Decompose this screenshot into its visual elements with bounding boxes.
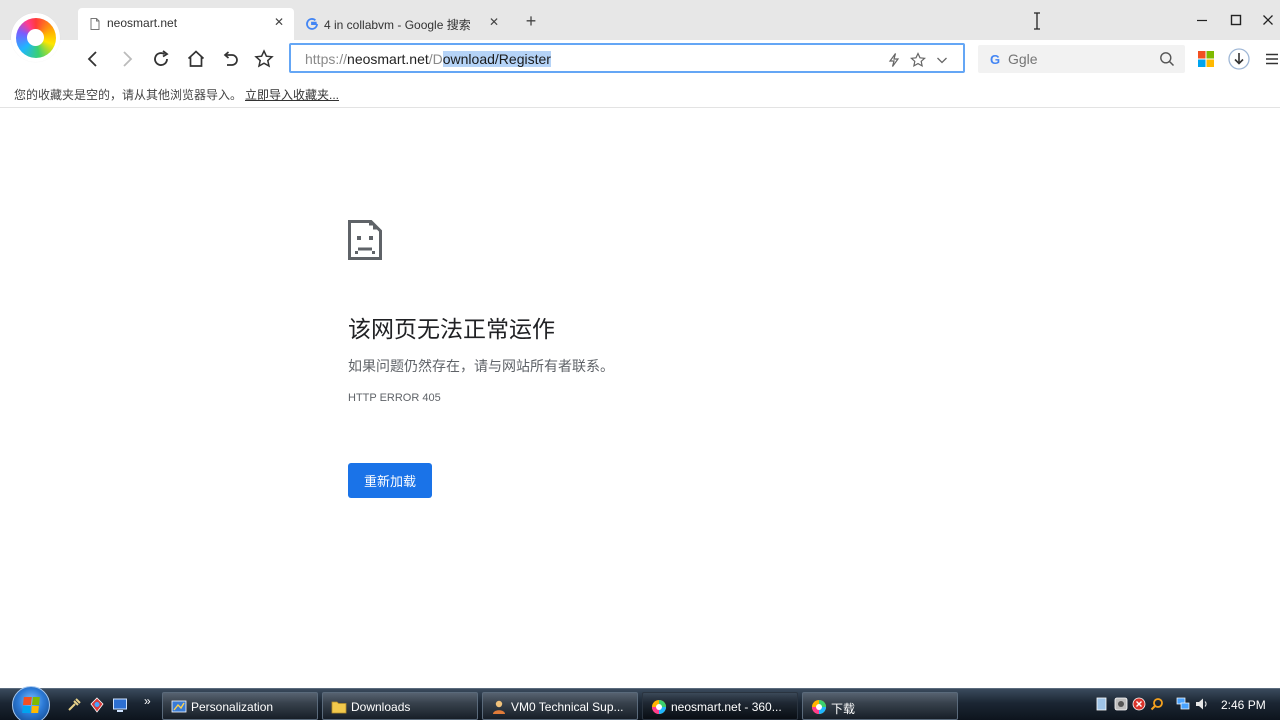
back-button[interactable] <box>82 48 104 70</box>
sad-page-icon <box>348 220 382 260</box>
bookmark-star-icon[interactable] <box>910 52 926 68</box>
maximize-button[interactable] <box>1224 9 1248 31</box>
google-icon <box>306 18 318 30</box>
import-bookmarks-link[interactable]: 立即导入收藏夹... <box>245 86 339 103</box>
app-tray-icon[interactable] <box>1114 697 1128 711</box>
network-tray-icon[interactable] <box>1176 697 1190 711</box>
bookmarks-bar: 您的收藏夹是空的，请从其他浏览器导入。 立即导入收藏夹... <box>0 78 1280 108</box>
menu-button[interactable] <box>1260 47 1280 71</box>
refresh-button[interactable] <box>150 48 172 70</box>
minimize-icon <box>1197 19 1207 22</box>
error-code: HTTP ERROR 405 <box>348 392 441 404</box>
new-tab-button[interactable]: + <box>522 11 540 32</box>
close-icon[interactable]: ✕ <box>272 15 286 29</box>
favorite-button[interactable] <box>253 48 275 70</box>
tab-label: 4 in collabvm - Google 搜索 <box>324 18 471 32</box>
page-icon <box>90 18 100 30</box>
close-icon <box>1263 15 1273 25</box>
taskbar-item-download-cn[interactable]: 下载 <box>802 692 958 720</box>
forward-arrow-icon <box>123 51 133 67</box>
home-icon <box>187 50 205 67</box>
tab-label: neosmart.net <box>107 16 178 30</box>
error-icon[interactable] <box>1132 697 1146 711</box>
tab-google-search[interactable]: 4 in collabvm - Google 搜索 ✕ <box>295 8 509 40</box>
taskbar: » Personalization Downloads VM0 Technica… <box>0 686 1280 720</box>
360-browser-icon <box>652 700 666 714</box>
personalization-icon <box>171 700 187 713</box>
taskbar-item-vm0-support[interactable]: VM0 Technical Sup... <box>482 692 638 720</box>
menu-icon <box>1266 53 1278 65</box>
user-icon <box>493 700 505 714</box>
show-desktop-icon[interactable] <box>112 697 128 713</box>
taskbar-item-downloads[interactable]: Downloads <box>322 692 478 720</box>
address-bar[interactable]: https://neosmart.net/Download/Register <box>289 43 965 73</box>
undo-icon <box>223 51 238 66</box>
toolbar: https://neosmart.net/Download/Register G <box>0 40 1280 78</box>
reload-button[interactable]: 重新加载 <box>348 463 432 498</box>
windows-logo-icon <box>22 697 40 713</box>
minimize-button[interactable] <box>1190 9 1214 31</box>
start-button[interactable] <box>12 686 50 720</box>
text-cursor-icon <box>1034 12 1040 30</box>
undo-close-tab-button[interactable] <box>219 48 241 70</box>
close-icon[interactable]: ✕ <box>487 15 501 29</box>
bookmarks-empty-message: 您的收藏夹是空的，请从其他浏览器导入。 <box>14 88 243 102</box>
search-icon[interactable] <box>1159 51 1175 67</box>
search-input[interactable] <box>1008 49 1148 69</box>
device-icon[interactable] <box>1095 697 1109 711</box>
url-text[interactable]: https://neosmart.net/Download/Register <box>305 51 551 67</box>
lightning-icon[interactable] <box>886 52 902 68</box>
tab-neosmart[interactable]: neosmart.net ✕ <box>78 8 294 40</box>
apps-button[interactable] <box>1194 47 1218 71</box>
page-content: 该网页无法正常运作 如果问题仍然存在，请与网站所有者联系。 HTTP ERROR… <box>0 108 1280 688</box>
screen: neosmart.net ✕ 4 in collabvm - Google 搜索… <box>0 0 1280 720</box>
home-button[interactable] <box>185 48 207 70</box>
clock[interactable]: 2:46 PM <box>1221 698 1266 712</box>
360-browser-icon <box>812 700 826 714</box>
error-description: 如果问题仍然存在，请与网站所有者联系。 <box>348 358 614 374</box>
search-tray-icon[interactable] <box>1150 697 1164 711</box>
chevron-down-icon[interactable] <box>934 52 950 68</box>
downloads-button[interactable] <box>1227 47 1251 71</box>
refresh-icon <box>154 50 169 66</box>
error-title: 该网页无法正常运作 <box>348 316 555 342</box>
forward-button[interactable] <box>116 48 138 70</box>
taskbar-item-personalization[interactable]: Personalization <box>162 692 318 720</box>
apps-grid-icon <box>1198 51 1214 67</box>
google-icon: G <box>990 52 1001 67</box>
folder-icon <box>331 701 347 714</box>
maximize-icon <box>1230 14 1242 26</box>
close-window-button[interactable] <box>1256 9 1280 31</box>
network-icon[interactable] <box>89 697 105 713</box>
volume-icon[interactable] <box>1195 697 1209 711</box>
back-arrow-icon <box>87 51 97 67</box>
tab-strip: neosmart.net ✕ 4 in collabvm - Google 搜索… <box>0 0 1280 40</box>
star-icon <box>254 49 274 68</box>
browser-logo[interactable] <box>11 13 60 62</box>
url-selection: ownload/Register <box>442 51 551 67</box>
search-box[interactable]: G <box>978 45 1185 73</box>
taskbar-item-neosmart-360[interactable]: neosmart.net - 360... <box>642 692 798 720</box>
tools-icon[interactable] <box>66 697 82 713</box>
download-icon <box>1228 48 1250 70</box>
quick-launch-more-button[interactable]: » <box>144 694 151 708</box>
